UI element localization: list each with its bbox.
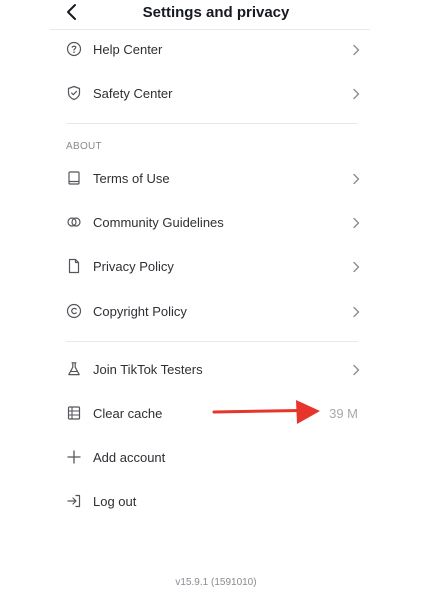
arrow-shaft [212,409,302,414]
document-icon [68,258,80,274]
question-circle-icon [66,41,82,57]
add-account-label: Add account [93,450,166,465]
privacy-policy-label: Privacy Policy [93,259,174,274]
join-testers-label: Join TikTok Testers [93,362,203,377]
community-guidelines-item[interactable]: Community Guidelines [60,208,366,238]
log-out-label: Log out [93,494,137,509]
chevron-right-icon [353,44,360,56]
terms-of-use-item[interactable]: Terms of Use [60,164,366,194]
add-account-item[interactable]: Add account [60,443,366,473]
copyright-policy-item[interactable]: Copyright Policy [60,297,366,327]
safety-center-label: Safety Center [93,86,173,101]
community-guidelines-label: Community Guidelines [93,215,224,230]
terms-of-use-label: Terms of Use [93,171,170,186]
cache-size-value: 39 M [329,406,358,421]
header-divider [50,29,370,30]
chevron-right-icon [353,88,360,100]
plus-icon [67,450,81,464]
chevron-right-icon [353,173,360,185]
page-title: Settings and privacy [142,4,290,21]
privacy-policy-item[interactable]: Privacy Policy [60,252,366,282]
cache-icon [67,406,81,420]
section-divider [66,341,358,342]
header: Settings and privacy [0,0,432,28]
shield-check-icon [67,85,81,101]
chevron-right-icon [353,306,360,318]
logout-icon [67,494,81,508]
about-section-label: ABOUT [66,141,102,152]
join-testers-item[interactable]: Join TikTok Testers [60,355,366,385]
copyright-policy-label: Copyright Policy [93,304,187,319]
clear-cache-label: Clear cache [93,406,163,421]
help-center-item[interactable]: Help Center [60,35,366,65]
section-divider [66,123,358,124]
interlocking-circles-icon [67,217,81,227]
book-icon [68,171,80,185]
chevron-right-icon [353,217,360,229]
chevron-right-icon [353,364,360,376]
app-version: v15.9.1 (1591010) [175,577,257,588]
copyright-icon [66,303,82,319]
red-arrow-annotation [212,400,320,424]
flask-icon [68,362,80,376]
help-center-label: Help Center [93,42,163,57]
arrow-head [296,400,320,424]
chevron-right-icon [353,261,360,273]
safety-center-item[interactable]: Safety Center [60,79,366,109]
log-out-item[interactable]: Log out [60,487,366,517]
